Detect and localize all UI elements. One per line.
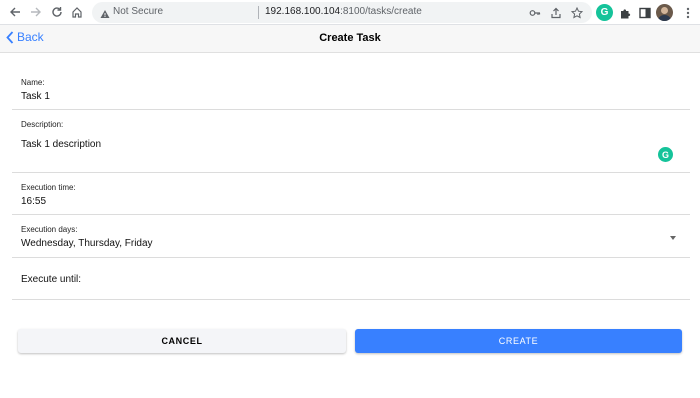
description-field[interactable]: Description: Task 1 description G (12, 114, 690, 173)
grammarly-extension-icon[interactable]: G (596, 4, 613, 21)
dropdown-arrow-icon[interactable] (670, 236, 676, 240)
reload-icon[interactable] (48, 3, 66, 21)
address-separator (258, 6, 259, 19)
menu-kebab-icon[interactable] (679, 4, 696, 21)
execution-days-label: Execution days: (21, 225, 78, 234)
create-button[interactable]: CREATE (355, 329, 682, 353)
security-status: Not Secure (113, 6, 164, 17)
execution-time-label: Execution time: (21, 183, 76, 192)
execution-time-field[interactable]: Execution time: 16:55 (12, 179, 690, 215)
home-icon[interactable] (68, 3, 86, 21)
warning-icon (100, 6, 110, 24)
name-label: Name: (21, 78, 45, 87)
profile-avatar[interactable] (656, 4, 673, 21)
execution-time-value[interactable]: 16:55 (21, 196, 46, 207)
name-input[interactable]: Task 1 (21, 91, 50, 102)
app-header: Back Create Task (0, 25, 700, 53)
execution-days-value[interactable]: Wednesday, Thursday, Friday (21, 238, 153, 249)
key-icon[interactable] (527, 5, 542, 20)
url-host: 192.168.100.104 (265, 6, 341, 17)
url-text: 192.168.100.104:8100/tasks/create (265, 6, 422, 17)
browser-forward-icon[interactable] (27, 3, 45, 21)
page-title: Create Task (319, 32, 381, 44)
execute-until-label: Execute until: (21, 274, 82, 285)
side-panel-icon[interactable] (636, 4, 653, 21)
description-label: Description: (21, 120, 64, 129)
browser-back-icon[interactable] (6, 3, 24, 21)
grammarly-icon[interactable]: G (658, 147, 673, 162)
execute-until-field[interactable]: Execute until: (12, 260, 690, 300)
address-bar[interactable]: Not Secure 192.168.100.104:8100/tasks/cr… (92, 2, 592, 23)
share-icon[interactable] (548, 5, 563, 20)
name-field[interactable]: Name: Task 1 (12, 70, 690, 110)
extensions-puzzle-icon[interactable] (616, 4, 633, 21)
execution-days-select[interactable]: Execution days: Wednesday, Thursday, Fri… (12, 221, 690, 258)
bookmark-star-icon[interactable] (569, 5, 584, 20)
cancel-button[interactable]: CANCEL (18, 329, 346, 353)
url-path: :8100/tasks/create (340, 6, 422, 17)
browser-toolbar: Not Secure 192.168.100.104:8100/tasks/cr… (0, 0, 700, 25)
description-textarea[interactable]: Task 1 description (21, 139, 101, 150)
